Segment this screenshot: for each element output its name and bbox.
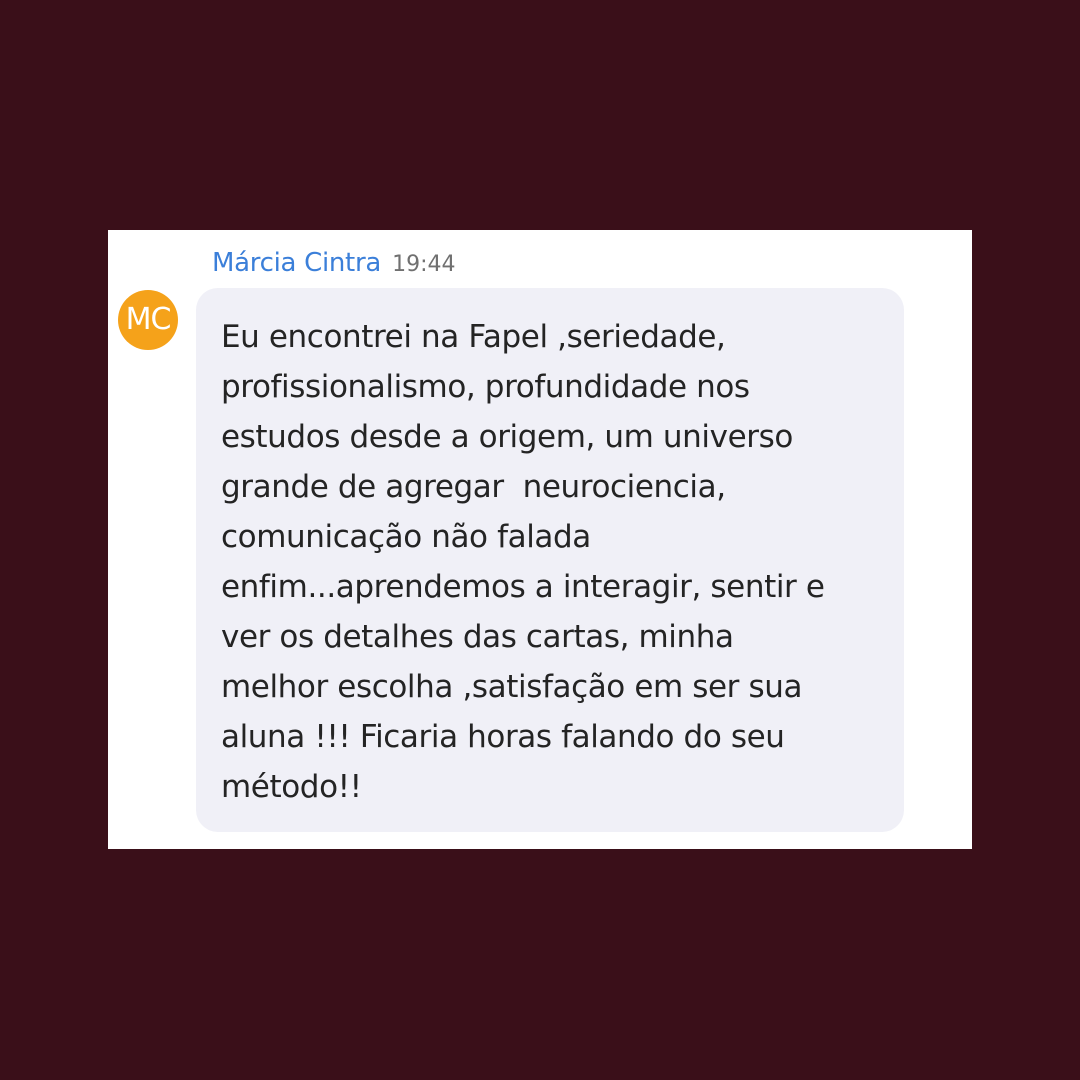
message-bubble: Eu encontrei na Fapel ,seriedade, profis… xyxy=(196,288,904,832)
sender-name[interactable]: Márcia Cintra xyxy=(212,248,381,278)
message-timestamp: 19:44 xyxy=(392,252,456,277)
avatar[interactable]: MC xyxy=(118,290,178,350)
message-header: Márcia Cintra 19:44 xyxy=(212,248,455,278)
chat-message-card: Márcia Cintra 19:44 MC Eu encontrei na F… xyxy=(108,230,972,849)
message-text: Eu encontrei na Fapel ,seriedade, profis… xyxy=(221,319,825,805)
